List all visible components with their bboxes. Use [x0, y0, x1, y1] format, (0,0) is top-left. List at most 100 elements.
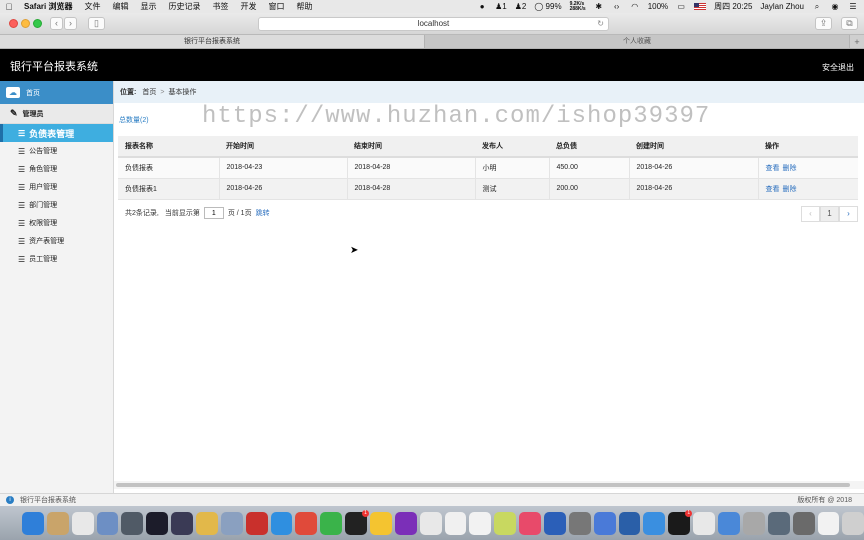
dock-app-icon[interactable] [46, 511, 69, 535]
forward-button[interactable]: › [64, 17, 77, 30]
dock-app-icon[interactable] [643, 511, 666, 535]
zoom-window-button[interactable] [33, 19, 42, 28]
menu-window[interactable]: 窗口 [262, 1, 290, 12]
sidebar-item-liability[interactable]: ☰ 负债表管理 [0, 124, 113, 142]
tabs-overview-button[interactable]: ⧉ [841, 17, 858, 30]
dock-app-icon[interactable] [842, 511, 864, 535]
scrollbar-thumb[interactable] [116, 483, 850, 487]
sidebar-home[interactable]: ☁ 首页 [0, 81, 113, 104]
sidebar-item-department[interactable]: ☰ 部门管理 [0, 196, 113, 214]
apple-icon[interactable]:  [0, 2, 18, 12]
menu-view[interactable]: 显示 [134, 1, 162, 12]
dock-app-icon[interactable] [295, 511, 318, 535]
page-number-input[interactable] [203, 207, 224, 219]
sidebar-toggle-button[interactable]: ▯ [88, 17, 105, 30]
dock-app-icon[interactable] [220, 511, 243, 535]
dock-app-icon[interactable] [419, 511, 442, 535]
horizontal-scrollbar[interactable] [114, 481, 864, 489]
dock-app-icon[interactable] [270, 511, 293, 535]
menu-safari[interactable]: Safari 浏览器 [18, 1, 78, 12]
badge-a[interactable]: ♟1 [495, 2, 507, 11]
dock-app-icon[interactable] [718, 511, 740, 535]
dock-app-icon[interactable] [196, 511, 218, 535]
sidebar-group-admin[interactable]: ✎ 管理员 [0, 104, 113, 124]
menu-history[interactable]: 历史记录 [162, 1, 206, 12]
sidebar-item-announcement[interactable]: ☰ 公告管理 [0, 142, 113, 160]
dock-app-icon[interactable] [171, 511, 194, 535]
dock-app-icon[interactable] [494, 511, 517, 535]
battery-status[interactable]: ◯ 99% [534, 2, 561, 11]
dock-app-icon[interactable] [469, 511, 492, 535]
dock-app-icon[interactable] [96, 511, 119, 535]
sidebar-item-employee[interactable]: ☰ 员工管理 [0, 250, 113, 268]
dock-app-icon[interactable] [544, 511, 566, 535]
badge-b[interactable]: ♟2 [515, 2, 527, 11]
dock-app-icon[interactable] [568, 511, 591, 535]
battery-icon[interactable]: ▭ [676, 2, 686, 12]
tab-report-system[interactable]: 银行平台报表系统 [0, 35, 425, 48]
dock-app-icon[interactable] [370, 511, 392, 535]
wechat-status-icon[interactable]: ● [477, 2, 487, 12]
dock-app-icon[interactable] [767, 511, 790, 535]
flag-icon[interactable] [694, 3, 707, 10]
dock-app-icon[interactable] [320, 511, 343, 535]
prev-page-button[interactable]: ‹ [801, 206, 820, 222]
minimize-window-button[interactable] [21, 19, 30, 28]
cell-created-date: 2018-04-26 [629, 157, 759, 179]
sidebar-home-label: 首页 [26, 89, 40, 97]
dock-app-icon[interactable] [146, 511, 169, 535]
user-name[interactable]: Jaylan Zhou [760, 2, 804, 11]
clock[interactable]: 周四 20:25 [714, 1, 752, 12]
menu-help[interactable]: 帮助 [290, 1, 318, 12]
view-link[interactable]: 查看 [766, 186, 780, 193]
sidebar-item-asset[interactable]: ☰ 资产表管理 [0, 232, 113, 250]
view-link[interactable]: 查看 [766, 165, 780, 172]
siri-icon[interactable]: ◉ [830, 2, 840, 12]
delete-link[interactable]: 删除 [783, 165, 797, 172]
delete-link[interactable]: 删除 [783, 186, 797, 193]
spotlight-icon[interactable]: ⌕ [812, 2, 822, 12]
sidebar-item-role[interactable]: ☰ 角色管理 [0, 160, 113, 178]
info-icon: i [6, 496, 14, 504]
menu-edit[interactable]: 编辑 [106, 1, 134, 12]
wifi-icon[interactable]: ◠ [630, 2, 640, 12]
reload-icon[interactable]: ↻ [597, 18, 604, 30]
list-icon: ☰ [18, 254, 26, 264]
jump-link[interactable]: 跳转 [256, 208, 270, 218]
breadcrumb-home[interactable]: 首页 [142, 87, 156, 97]
dock-app-icon[interactable] [22, 511, 44, 535]
cell-start-date: 2018-04-23 [219, 157, 348, 179]
bluetooth-icon[interactable]: ✱ [594, 2, 604, 12]
dock-app-icon[interactable] [444, 511, 467, 535]
dock-app-icon[interactable] [121, 511, 144, 535]
notification-center-icon[interactable]: ☰ [848, 2, 858, 12]
sidebar-item-user[interactable]: ☰ 用户管理 [0, 178, 113, 196]
logout-link[interactable]: 安全退出 [822, 62, 854, 73]
share-button[interactable]: ⇪ [815, 17, 832, 30]
dock-app-icon[interactable] [245, 511, 268, 535]
next-page-button[interactable]: › [839, 206, 858, 222]
menu-bookmarks[interactable]: 书签 [206, 1, 234, 12]
tab-favorites[interactable]: 个人收藏 [425, 35, 850, 48]
close-window-button[interactable] [9, 19, 18, 28]
new-tab-button[interactable]: + [850, 35, 864, 48]
dock-app-icon[interactable] [593, 511, 616, 535]
dock-app-icon[interactable] [742, 511, 765, 535]
address-bar[interactable]: localhost ↻ [258, 17, 609, 31]
dock-app-icon[interactable] [618, 511, 641, 535]
arrows-icon[interactable]: ‹› [612, 2, 622, 12]
dock-app-icon[interactable] [792, 511, 815, 535]
dock-app-icon[interactable] [817, 511, 840, 535]
battery-percent[interactable]: 100% [648, 2, 668, 11]
menu-file[interactable]: 文件 [78, 1, 106, 12]
dock-app-icon[interactable] [71, 511, 94, 535]
dock-app-icon[interactable]: 1 [345, 509, 370, 535]
back-button[interactable]: ‹ [50, 17, 63, 30]
menu-develop[interactable]: 开发 [234, 1, 262, 12]
page-button[interactable]: 1 [820, 206, 839, 222]
sidebar-item-permission[interactable]: ☰ 权限管理 [0, 214, 113, 232]
dock-app-icon[interactable]: 1 [668, 509, 693, 535]
dock-app-icon[interactable] [394, 511, 417, 535]
dock-app-icon[interactable] [519, 511, 542, 535]
dock-app-icon[interactable] [693, 511, 716, 535]
